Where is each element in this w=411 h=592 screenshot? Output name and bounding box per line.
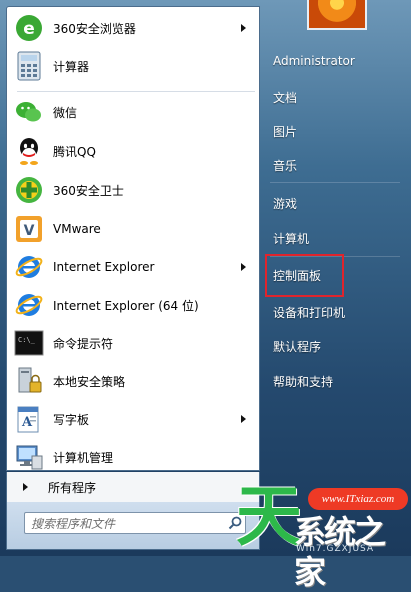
computer-management-icon bbox=[13, 441, 45, 473]
user-avatar[interactable] bbox=[307, 0, 367, 30]
separator bbox=[17, 91, 255, 92]
program-local-security-policy[interactable]: 本地安全策略 bbox=[10, 364, 256, 398]
security-policy-icon bbox=[13, 365, 45, 397]
music-label: 音乐 bbox=[273, 158, 298, 173]
svg-text:e: e bbox=[23, 19, 35, 39]
search-input[interactable]: 搜索程序和文件 bbox=[24, 512, 246, 534]
program-label: 写字板 bbox=[53, 412, 90, 427]
help-support-link[interactable]: 帮助和支持 bbox=[263, 368, 403, 394]
arrow-right-icon bbox=[23, 483, 28, 491]
ie-icon bbox=[13, 251, 45, 283]
program-vmware[interactable]: V VMware bbox=[10, 212, 256, 246]
pictures-link[interactable]: 图片 bbox=[263, 118, 403, 144]
games-label: 游戏 bbox=[273, 196, 298, 211]
program-label: 360安全卫士 bbox=[53, 183, 124, 198]
program-label: 微信 bbox=[53, 105, 78, 120]
program-label: 本地安全策略 bbox=[53, 374, 126, 389]
program-command-prompt[interactable]: C:\_ 命令提示符 bbox=[10, 326, 256, 360]
user-name-link[interactable]: Administrator bbox=[263, 48, 403, 74]
program-label: 360安全浏览器 bbox=[53, 21, 136, 36]
program-label: Internet Explorer (64 位) bbox=[53, 298, 199, 313]
separator bbox=[270, 182, 400, 183]
qq-icon bbox=[13, 135, 45, 167]
submenu-arrow-icon[interactable] bbox=[241, 24, 246, 32]
wordpad-icon: A bbox=[13, 403, 45, 435]
program-label: 腾讯QQ bbox=[53, 144, 96, 159]
search-placeholder: 搜索程序和文件 bbox=[31, 516, 116, 531]
start-menu: e 360安全浏览器 计算器 微信 腾讯QQ 360安全卫士 V VMware … bbox=[0, 0, 411, 591]
calculator-icon bbox=[13, 50, 45, 82]
ie-icon bbox=[13, 289, 45, 321]
360-browser-icon: e bbox=[13, 12, 45, 44]
program-360-browser[interactable]: e 360安全浏览器 bbox=[10, 11, 256, 45]
computer-link[interactable]: 计算机 bbox=[263, 225, 403, 251]
cmd-icon: C:\_ bbox=[13, 327, 45, 359]
program-label: VMware bbox=[53, 222, 101, 236]
program-internet-explorer[interactable]: Internet Explorer bbox=[10, 250, 256, 284]
default-programs-label: 默认程序 bbox=[273, 339, 322, 354]
program-calculator[interactable]: 计算器 bbox=[10, 49, 256, 83]
all-programs-label: 所有程序 bbox=[48, 480, 97, 495]
documents-label: 文档 bbox=[273, 90, 298, 105]
control-panel-highlight-box bbox=[265, 254, 344, 297]
documents-link[interactable]: 文档 bbox=[263, 84, 403, 110]
watermark-subtitle: Win7.GZXJUSA bbox=[296, 544, 375, 554]
program-label: Internet Explorer bbox=[53, 260, 155, 274]
submenu-arrow-icon[interactable] bbox=[241, 263, 246, 271]
music-link[interactable]: 音乐 bbox=[263, 152, 403, 178]
watermark-url: www.ITxiaz.com bbox=[308, 488, 408, 510]
360-safeguard-icon bbox=[13, 174, 45, 206]
games-link[interactable]: 游戏 bbox=[263, 190, 403, 216]
program-computer-management[interactable]: 计算机管理 bbox=[10, 440, 256, 474]
wechat-icon bbox=[13, 96, 45, 128]
default-programs-link[interactable]: 默认程序 bbox=[263, 333, 403, 359]
user-name-label: Administrator bbox=[273, 54, 355, 68]
program-wordpad[interactable]: A 写字板 bbox=[10, 402, 256, 436]
program-label: 计算器 bbox=[53, 59, 90, 74]
program-label: 计算机管理 bbox=[53, 450, 114, 465]
program-internet-explorer-64[interactable]: Internet Explorer (64 位) bbox=[10, 288, 256, 322]
devices-printers-label: 设备和打印机 bbox=[273, 305, 346, 320]
vmware-icon: V bbox=[13, 213, 45, 245]
svg-text:C:\_: C:\_ bbox=[18, 336, 36, 344]
svg-text:V: V bbox=[24, 223, 35, 239]
help-support-label: 帮助和支持 bbox=[273, 374, 334, 389]
program-qq[interactable]: 腾讯QQ bbox=[10, 134, 256, 168]
computer-label: 计算机 bbox=[273, 231, 310, 246]
submenu-arrow-icon[interactable] bbox=[241, 415, 246, 423]
devices-printers-link[interactable]: 设备和打印机 bbox=[263, 299, 403, 325]
all-programs-button[interactable]: 所有程序 bbox=[6, 472, 260, 502]
program-label: 命令提示符 bbox=[53, 336, 114, 351]
search-area: 搜索程序和文件 bbox=[6, 502, 260, 550]
watermark-logo: 天 bbox=[236, 478, 302, 555]
watermark: 天 www.ITxiaz.com 系统之家 Win7.GZXJUSA bbox=[236, 478, 411, 591]
program-360-safeguard[interactable]: 360安全卫士 bbox=[10, 173, 256, 207]
pictures-label: 图片 bbox=[273, 124, 298, 139]
program-list-pane: e 360安全浏览器 计算器 微信 腾讯QQ 360安全卫士 V VMware … bbox=[6, 6, 260, 471]
program-wechat[interactable]: 微信 bbox=[10, 95, 256, 129]
